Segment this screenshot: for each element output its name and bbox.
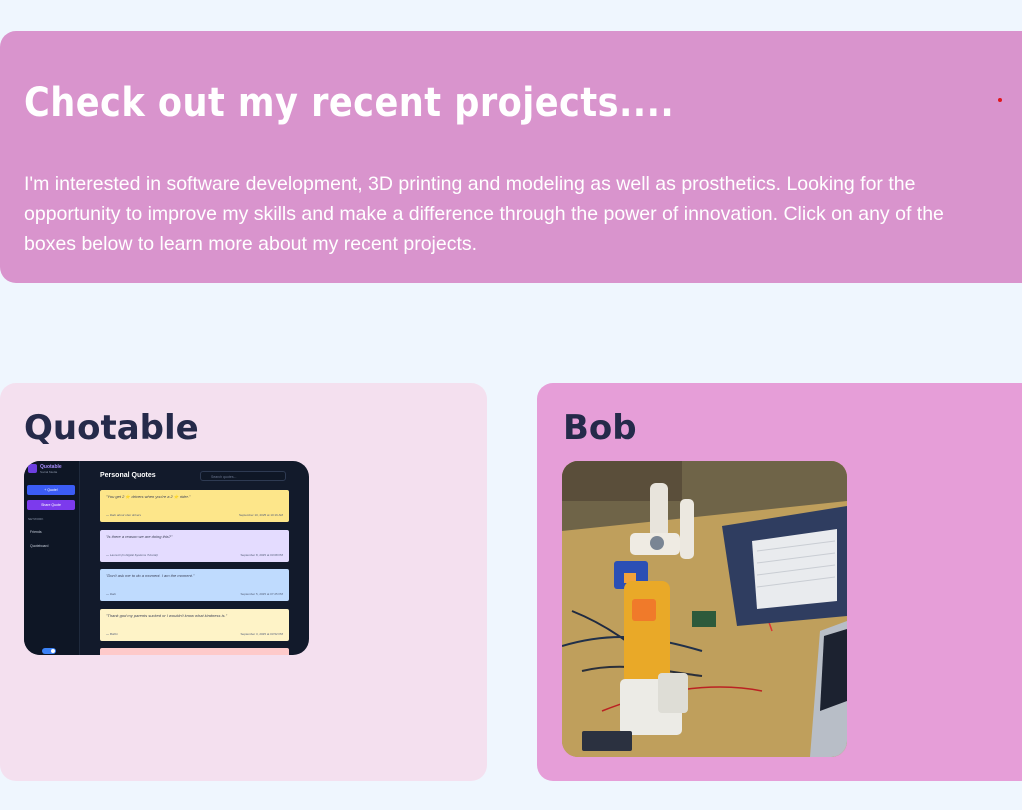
intro-banner: Check out my recent projects.... I'm int…	[0, 31, 1022, 283]
quote-author: — Dalo about uber drivers	[106, 513, 142, 517]
nav-item-quoteboard: Quoteboard	[30, 544, 49, 548]
quote-card: "You get 2 ⭐ drivers when you're a 2 ⭐ r…	[100, 490, 289, 522]
screenshot-search: Search quotes...	[200, 471, 286, 481]
quote-card: "Don't ask me to do a moment. I am the m…	[100, 569, 289, 601]
quote-text: "Don't ask me to do a moment. I am the m…	[106, 573, 195, 578]
nav-item-friends: Friends	[30, 530, 42, 534]
project-title: Bob	[563, 408, 637, 448]
project-screenshot[interactable]: Quotable Social Media + Quote! Share Quo…	[24, 461, 309, 655]
app-logo-icon	[28, 464, 37, 473]
quote-date: September 8, 2025 at 03:08 PM	[240, 553, 283, 557]
quote-author: — Laura D (in Digital Systems Tutorial)	[106, 553, 158, 557]
intro-text: I'm interested in software development, …	[24, 173, 944, 255]
app-sidebar: Quotable Social Media + Quote! Share Quo…	[24, 461, 80, 655]
cursor-dot	[998, 98, 1002, 102]
app-brand-subtitle: Social Media	[40, 470, 58, 474]
project-card-quotable[interactable]: Quotable Quotable Social Media + Quote! …	[0, 383, 487, 781]
project-photo[interactable]	[562, 461, 847, 757]
quote-text: "You get 2 ⭐ drivers when you're a 2 ⭐ r…	[106, 494, 191, 499]
screenshot-page-title: Personal Quotes	[100, 472, 156, 479]
quote-date: September 3, 2025 at 03:52 PM	[240, 632, 283, 636]
project-title: Quotable	[24, 408, 199, 448]
share-quote-button: Share Quote	[27, 500, 75, 510]
robot-arm-photo	[562, 461, 847, 757]
quote-author: — Dalo	[106, 592, 117, 596]
nav-heading: NETWORK	[28, 517, 44, 521]
quote-date: September 10, 2025 at 10:16 AM	[238, 513, 283, 517]
project-card-bob[interactable]: Bob	[537, 383, 1022, 781]
quote-card: "Thank god my parents sucked or I wouldn…	[100, 609, 289, 641]
quote-card: "Is there a reason we are doing this?" —…	[100, 530, 289, 562]
quote-text: "Thank god my parents sucked or I wouldn…	[106, 613, 227, 618]
page-title: Check out my recent projects....	[24, 80, 675, 126]
quote-date: September 5, 2025 at 07:25 PM	[240, 592, 283, 596]
new-quote-button: + Quote!	[27, 485, 75, 495]
quote-text: "Is there a reason we are doing this?"	[106, 534, 173, 539]
theme-toggle	[42, 648, 56, 654]
quote-author: — Bobbi	[106, 632, 118, 636]
quote-card	[100, 648, 289, 655]
